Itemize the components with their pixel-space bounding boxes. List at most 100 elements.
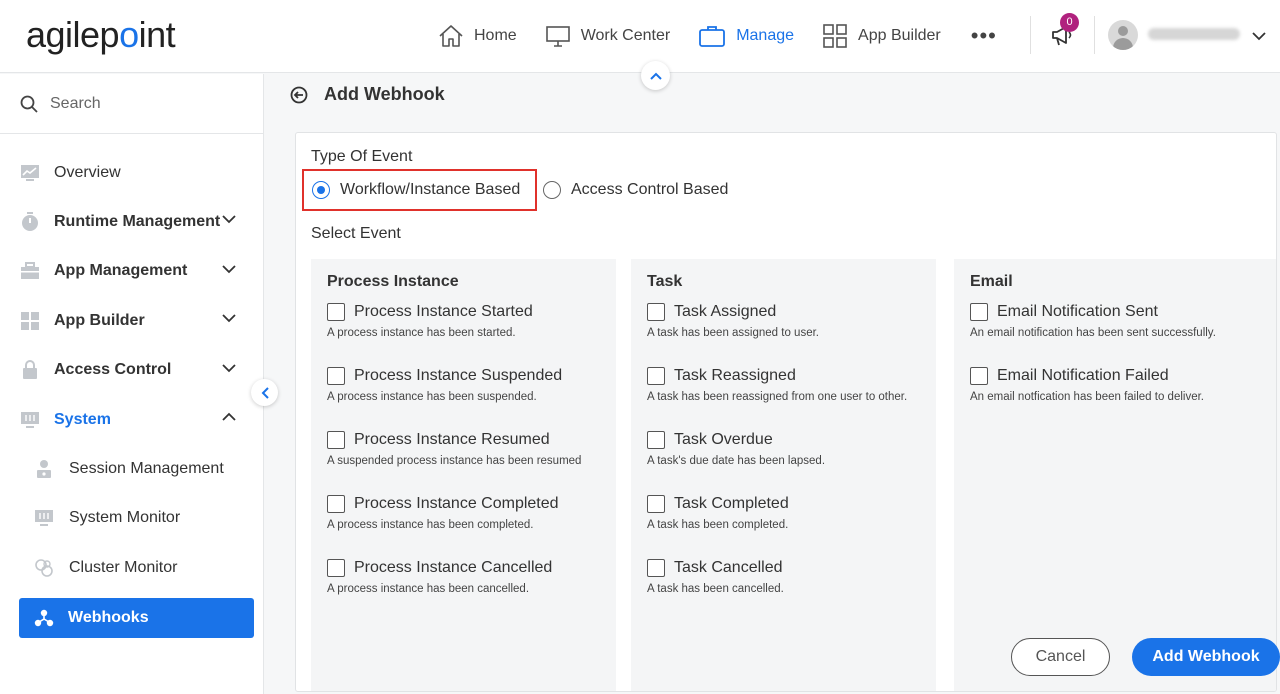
cancel-button[interactable]: Cancel bbox=[1011, 638, 1110, 676]
sidebar-item-session-management[interactable]: Session Management bbox=[0, 444, 264, 493]
cluster-icon bbox=[34, 558, 54, 578]
sidebar-item-system[interactable]: System bbox=[0, 395, 264, 444]
event-description: An email notification has been sent succ… bbox=[970, 327, 1216, 339]
webhook-icon bbox=[34, 608, 54, 628]
event-description: A task has been completed. bbox=[647, 519, 789, 531]
event-item: Process Instance Cancelled A process ins… bbox=[327, 557, 616, 621]
username-redacted[interactable] bbox=[1148, 28, 1240, 40]
event-item: Email Notification Sent An email notific… bbox=[970, 301, 1276, 365]
sidebar-item-overview[interactable]: Overview bbox=[0, 148, 264, 197]
sidebar-item-runtime-management[interactable]: Runtime Management bbox=[0, 197, 264, 246]
notification-badge: 0 bbox=[1060, 13, 1079, 32]
nav-work-center[interactable]: Work Center bbox=[545, 20, 670, 52]
group-title: Process Instance bbox=[327, 273, 459, 290]
avatar[interactable] bbox=[1108, 20, 1138, 50]
toolbox-icon bbox=[20, 261, 40, 281]
event-checkbox-row[interactable]: Task Overdue bbox=[647, 429, 936, 451]
event-description: A process instance has been cancelled. bbox=[327, 583, 530, 595]
checkbox[interactable] bbox=[647, 303, 665, 321]
sidebar-item-app-builder[interactable]: App Builder bbox=[0, 296, 264, 345]
event-item: Task Overdue A task's due date has been … bbox=[647, 429, 936, 493]
blocks-icon bbox=[20, 311, 40, 331]
back-arrow-icon[interactable] bbox=[290, 86, 308, 104]
sidebar-item-cluster-monitor[interactable]: Cluster Monitor bbox=[0, 543, 264, 592]
checkbox[interactable] bbox=[970, 367, 988, 385]
event-description: A process instance has been suspended. bbox=[327, 391, 537, 403]
event-checkbox-row[interactable]: Process Instance Started bbox=[327, 301, 616, 323]
event-description: An email notfication has been failed to … bbox=[970, 391, 1204, 403]
monitor-settings-icon bbox=[34, 508, 54, 528]
event-description: A task has been cancelled. bbox=[647, 583, 784, 595]
more-menu-icon[interactable]: ••• bbox=[971, 20, 997, 52]
checkbox[interactable] bbox=[647, 367, 665, 385]
chevron-down-icon bbox=[222, 265, 236, 274]
group-title: Email bbox=[970, 273, 1013, 290]
chevron-up-icon bbox=[649, 72, 662, 80]
search-input[interactable] bbox=[50, 94, 230, 113]
system-icon bbox=[20, 410, 40, 430]
event-type-radio-group: Workflow/Instance Based Access Control B… bbox=[302, 169, 738, 211]
page-header: Add Webhook bbox=[290, 84, 445, 105]
chart-icon bbox=[20, 163, 40, 183]
event-checkbox-row[interactable]: Task Cancelled bbox=[647, 557, 936, 579]
radio-unchecked-icon bbox=[543, 181, 561, 199]
event-checkbox-row[interactable]: Task Reassigned bbox=[647, 365, 936, 387]
page-title: Add Webhook bbox=[324, 84, 445, 104]
nav-app-builder[interactable]: App Builder bbox=[822, 20, 941, 52]
monitor-icon bbox=[545, 26, 570, 47]
event-group-process-instance: Process Instance Process Instance Starte… bbox=[311, 259, 616, 691]
checkbox[interactable] bbox=[647, 495, 665, 513]
chevron-down-icon bbox=[222, 363, 236, 372]
checkbox[interactable] bbox=[647, 431, 665, 449]
agilepoint-logo[interactable]: agilepoint bbox=[26, 14, 176, 56]
checkbox[interactable] bbox=[647, 559, 665, 577]
checkbox[interactable] bbox=[327, 559, 345, 577]
checkbox[interactable] bbox=[327, 367, 345, 385]
event-checkbox-row[interactable]: Email Notification Failed bbox=[970, 365, 1276, 387]
event-checkbox-row[interactable]: Task Completed bbox=[647, 493, 936, 515]
event-checkbox-row[interactable]: Task Assigned bbox=[647, 301, 936, 323]
chevron-left-icon bbox=[261, 386, 269, 399]
event-item: Email Notification Failed An email notfi… bbox=[970, 365, 1276, 429]
nav-manage[interactable]: Manage bbox=[698, 20, 794, 52]
sidebar-item-system-monitor[interactable]: System Monitor bbox=[0, 494, 264, 543]
home-icon bbox=[439, 25, 463, 47]
event-item: Process Instance Completed A process ins… bbox=[327, 493, 616, 557]
timer-icon bbox=[20, 212, 40, 232]
sidebar: Overview Runtime Management App Manageme… bbox=[0, 74, 264, 694]
sidebar-menu: Overview Runtime Management App Manageme… bbox=[0, 148, 264, 638]
chevron-up-icon bbox=[222, 412, 236, 421]
checkbox[interactable] bbox=[327, 303, 345, 321]
search-icon bbox=[20, 95, 38, 113]
chevron-down-icon bbox=[222, 314, 236, 323]
event-description: A process instance has been completed. bbox=[327, 519, 534, 531]
add-webhook-button[interactable]: Add Webhook bbox=[1132, 638, 1280, 676]
divider bbox=[1030, 16, 1031, 54]
event-checkbox-row[interactable]: Process Instance Suspended bbox=[327, 365, 616, 387]
type-of-event-label: Type Of Event bbox=[311, 148, 413, 165]
briefcase-icon bbox=[699, 26, 726, 47]
checkbox[interactable] bbox=[327, 495, 345, 513]
grid-icon bbox=[823, 24, 847, 48]
sidebar-item-webhooks[interactable]: Webhooks bbox=[19, 597, 254, 638]
webhook-form-card: Type Of Event Workflow/Instance Based Ac… bbox=[295, 132, 1277, 692]
radio-workflow-instance-based[interactable]: Workflow/Instance Based bbox=[302, 169, 537, 211]
event-item: Process Instance Started A process insta… bbox=[327, 301, 616, 365]
sidebar-item-access-control[interactable]: Access Control bbox=[0, 346, 264, 395]
event-group-task: Task Task Assigned A task has been assig… bbox=[631, 259, 936, 691]
checkbox[interactable] bbox=[327, 431, 345, 449]
event-checkbox-row[interactable]: Email Notification Sent bbox=[970, 301, 1276, 323]
nav-home[interactable]: Home bbox=[438, 20, 517, 52]
radio-checked-icon bbox=[312, 181, 330, 199]
collapse-sidebar-button[interactable] bbox=[251, 379, 278, 406]
event-checkbox-row[interactable]: Process Instance Resumed bbox=[327, 429, 616, 451]
chevron-down-icon[interactable] bbox=[1252, 28, 1266, 46]
sidebar-item-app-management[interactable]: App Management bbox=[0, 247, 264, 296]
radio-access-control-based[interactable]: Access Control Based bbox=[537, 169, 738, 211]
sidebar-search bbox=[0, 74, 264, 134]
event-checkbox-row[interactable]: Process Instance Completed bbox=[327, 493, 616, 515]
event-checkbox-row[interactable]: Process Instance Cancelled bbox=[327, 557, 616, 579]
checkbox[interactable] bbox=[970, 303, 988, 321]
user-lock-icon bbox=[34, 459, 54, 479]
collapse-header-button[interactable] bbox=[641, 61, 670, 90]
